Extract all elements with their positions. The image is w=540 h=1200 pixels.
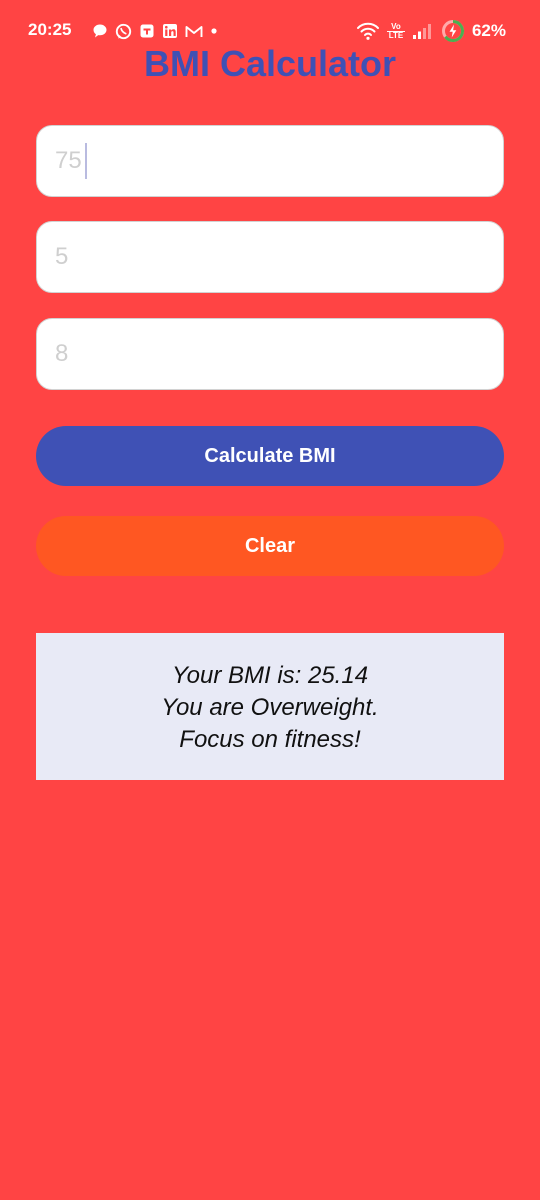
chat-bubble-icon (92, 23, 108, 39)
volte-icon: Vo LTE (386, 21, 405, 40)
result-card: Your BMI is: 25.14 You are Overweight. F… (36, 633, 504, 780)
clear-button[interactable]: Clear (36, 516, 504, 576)
teams-icon (139, 23, 155, 39)
whatsapp-icon (115, 23, 132, 40)
system-icons: Vo LTE 62% (356, 20, 506, 42)
battery-charging-icon (441, 19, 465, 43)
battery-percent: 62% (471, 21, 506, 40)
text-cursor (85, 143, 87, 179)
wifi-icon (356, 21, 380, 41)
weight-input[interactable] (36, 125, 504, 197)
linkedin-icon (162, 23, 178, 39)
status-time: 20:25 (28, 20, 72, 39)
app-title: BMI Calculator (143, 43, 397, 84)
result-advice-text: Focus on fitness! (179, 726, 361, 753)
calculate-bmi-button[interactable]: Calculate BMI (36, 426, 504, 486)
height-inches-input[interactable] (36, 318, 504, 390)
gmail-icon (185, 24, 203, 39)
notification-icons (92, 22, 218, 40)
dot-icon (210, 27, 218, 35)
height-feet-input[interactable] (36, 221, 504, 293)
volte-bottom-label: LTE (386, 30, 405, 40)
signal-icon (412, 22, 434, 40)
result-bmi-text: Your BMI is: 25.14 (171, 662, 369, 689)
volte-top-label: Vo (391, 21, 401, 31)
result-category-text: You are Overweight. (161, 694, 379, 721)
